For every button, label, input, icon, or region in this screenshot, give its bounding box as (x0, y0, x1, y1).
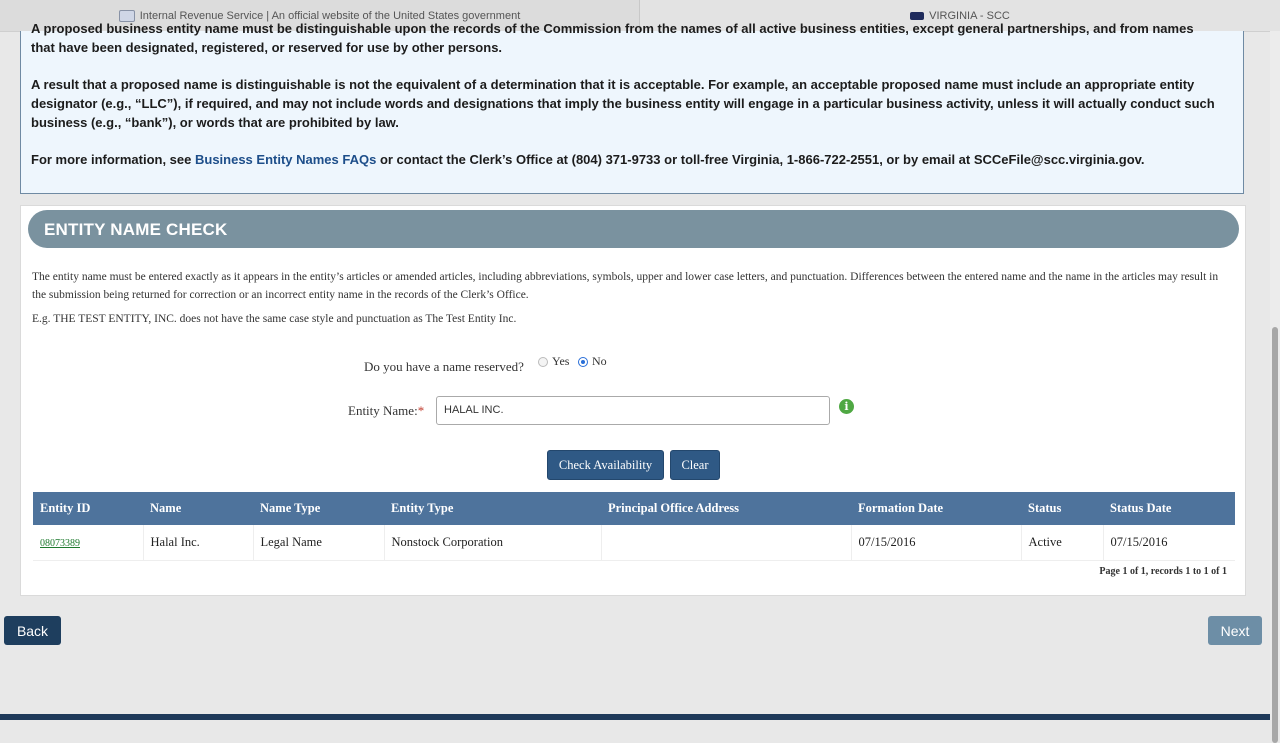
column-header-name-type[interactable]: Name Type (253, 492, 384, 525)
cell-entity-id: 08073389 (33, 525, 144, 561)
business-entity-names-faq-link[interactable]: Business Entity Names FAQs (195, 152, 376, 167)
cell-name: Halal Inc. (143, 525, 254, 561)
info-icon[interactable]: i (839, 399, 854, 414)
cell-status-date: 07/15/2016 (1103, 525, 1235, 561)
scrollbar-thumb[interactable] (1272, 327, 1278, 743)
back-button[interactable]: Back (4, 616, 61, 645)
cell-principal-office-address (601, 525, 852, 561)
name-reserved-yes-radio[interactable]: Yes (538, 354, 569, 369)
pagination-summary: Page 1 of 1, records 1 to 1 of 1 (1099, 566, 1227, 577)
column-header-status-date[interactable]: Status Date (1103, 492, 1235, 525)
footer-strip (0, 714, 1270, 720)
required-asterisk: * (417, 403, 425, 418)
radio-label: No (592, 354, 607, 368)
notice-paragraph-1-partial: A proposed business entity name must be … (31, 21, 1194, 36)
notice-paragraph-2: A result that a proposed name is disting… (31, 77, 1215, 130)
entity-name-label: Entity Name:* (348, 403, 424, 419)
entity-name-input[interactable]: HALAL INC. (436, 396, 830, 425)
notice-text: For more information, see (31, 152, 195, 167)
entity-name-instructions: The entity name must be entered exactly … (32, 271, 1219, 301)
notice-paragraph-1-end: that have been designated, registered, o… (31, 40, 503, 55)
radio-label: Yes (552, 354, 570, 368)
column-header-principal-office-address[interactable]: Principal Office Address (601, 492, 851, 525)
notice-paragraph-3: For more information, see Business Entit… (31, 150, 1233, 169)
section-header: ENTITY NAME CHECK (28, 210, 1239, 248)
cell-entity-type: Nonstock Corporation (384, 525, 602, 561)
entity-name-check-card: ENTITY NAME CHECK The entity name must b… (20, 205, 1246, 596)
column-header-status[interactable]: Status (1021, 492, 1103, 525)
page-scrollbar[interactable] (1270, 31, 1280, 743)
notice-text: or contact the Clerk’s Office at (804) 3… (376, 152, 1145, 167)
table-row: 08073389 Halal Inc. Legal Name Nonstock … (33, 525, 1235, 561)
radio-indicator[interactable] (578, 356, 588, 367)
check-availability-button[interactable]: Check Availability (547, 450, 664, 480)
name-reserved-no-radio[interactable]: No (578, 354, 607, 369)
name-reserved-question: Do you have a name reserved? (364, 359, 524, 374)
entity-name-example: E.g. THE TEST ENTITY, INC. does not have… (32, 313, 517, 325)
name-distinguishability-notice: A proposed business entity name must be … (20, 21, 1244, 194)
clear-button[interactable]: Clear (670, 450, 720, 480)
entity-id-link[interactable]: 08073389 (40, 538, 80, 549)
column-header-entity-type[interactable]: Entity Type (384, 492, 601, 525)
results-header-row: Entity ID Name Name Type Entity Type Pri… (33, 492, 1235, 525)
column-header-name[interactable]: Name (143, 492, 253, 525)
section-title: ENTITY NAME CHECK (44, 220, 228, 239)
cell-formation-date: 07/15/2016 (851, 525, 1022, 561)
results-table: Entity ID Name Name Type Entity Type Pri… (33, 492, 1235, 561)
column-header-formation-date[interactable]: Formation Date (851, 492, 1021, 525)
cell-name-type: Legal Name (253, 525, 385, 561)
column-header-entity-id[interactable]: Entity ID (33, 492, 143, 525)
radio-indicator[interactable] (538, 356, 548, 367)
label-text: Entity Name: (348, 403, 418, 418)
cell-status: Active (1021, 525, 1104, 561)
next-button[interactable]: Next (1208, 616, 1262, 645)
